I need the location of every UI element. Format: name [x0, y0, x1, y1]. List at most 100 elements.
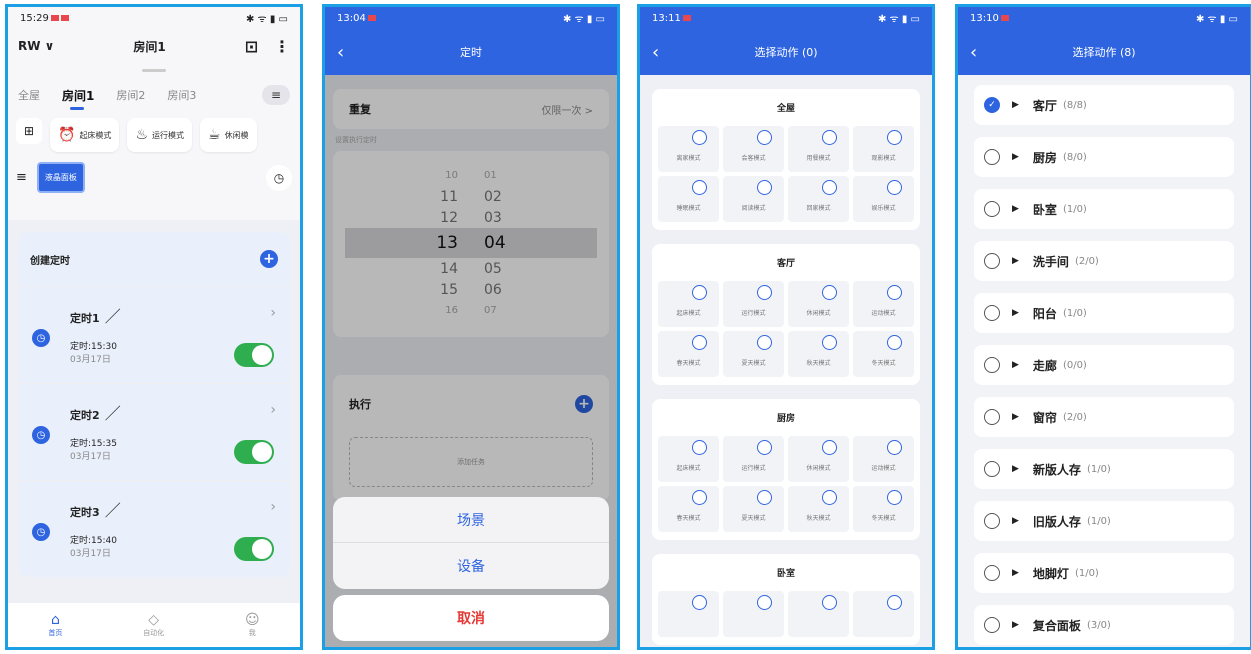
picker-row[interactable]: 10 01: [333, 165, 609, 186]
radio-icon[interactable]: [822, 285, 837, 300]
radio-icon[interactable]: [984, 201, 1000, 217]
scene-item[interactable]: 离家模式: [658, 126, 719, 172]
menu-icon[interactable]: ≡: [262, 85, 290, 105]
room-item[interactable]: ▶ 卧室 (1/0): [974, 189, 1234, 229]
scene-item[interactable]: [723, 591, 784, 637]
timer-toggle[interactable]: [234, 440, 274, 464]
radio-icon[interactable]: [692, 335, 707, 350]
radio-icon[interactable]: [692, 440, 707, 455]
radio-icon[interactable]: [692, 180, 707, 195]
scene-item[interactable]: [853, 591, 914, 637]
checked-radio-icon[interactable]: ✓: [984, 97, 1000, 113]
scene-item[interactable]: 夏天模式: [723, 331, 784, 377]
radio-icon[interactable]: [757, 595, 772, 610]
radio-icon[interactable]: [757, 335, 772, 350]
expand-icon[interactable]: ▶: [1012, 464, 1019, 474]
expand-icon[interactable]: ▶: [1012, 152, 1019, 162]
grid-add-icon[interactable]: ⊞: [16, 118, 42, 144]
radio-icon[interactable]: [984, 305, 1000, 321]
timer-toggle[interactable]: [234, 537, 274, 561]
scene-item[interactable]: 运动模式: [853, 281, 914, 327]
edit-icon[interactable]: ／: [105, 404, 121, 423]
radio-icon[interactable]: [692, 490, 707, 505]
scene-item[interactable]: 回家模式: [788, 176, 849, 222]
scene-item[interactable]: [788, 591, 849, 637]
expand-icon[interactable]: ▶: [1012, 516, 1019, 526]
scene-item[interactable]: 休闲模式: [788, 281, 849, 327]
radio-icon[interactable]: [822, 180, 837, 195]
expand-icon[interactable]: ▶: [1012, 204, 1019, 214]
room-item[interactable]: ▶ 复合面板 (3/0): [974, 605, 1234, 645]
room-item[interactable]: ▶ 厨房 (8/0): [974, 137, 1234, 177]
radio-icon[interactable]: [984, 565, 1000, 581]
tab-room1[interactable]: 房间1: [62, 87, 94, 110]
scene-item[interactable]: 起床模式: [658, 436, 719, 482]
timer-item[interactable]: ◷ 定时2 ／ › 定时:15:35 03月17日: [18, 383, 290, 480]
scene-item[interactable]: [658, 591, 719, 637]
radio-icon[interactable]: [692, 285, 707, 300]
edit-icon[interactable]: ／: [105, 307, 121, 326]
mode-wake[interactable]: ⏰ 起床模式: [50, 118, 120, 152]
back-icon[interactable]: ‹: [970, 42, 977, 63]
scene-item[interactable]: 会客模式: [723, 126, 784, 172]
picker-row[interactable]: 11 02: [333, 186, 609, 207]
expand-icon[interactable]: ▶: [1012, 308, 1019, 318]
scene-item[interactable]: 运行模式: [723, 436, 784, 482]
add-task-box[interactable]: 添加任务: [349, 437, 593, 487]
radio-icon[interactable]: [984, 461, 1000, 477]
expand-icon[interactable]: ▶: [1012, 568, 1019, 578]
drag-handle[interactable]: [142, 69, 166, 72]
radio-icon[interactable]: [887, 440, 902, 455]
timer-toggle[interactable]: [234, 343, 274, 367]
scene-item[interactable]: 运动模式: [853, 436, 914, 482]
scene-item[interactable]: 用餐模式: [788, 126, 849, 172]
room-item[interactable]: ▶ 旧版人存 (1/0): [974, 501, 1234, 541]
room-item[interactable]: ▶ 地脚灯 (1/0): [974, 553, 1234, 593]
scene-item[interactable]: 娱乐模式: [853, 176, 914, 222]
radio-icon[interactable]: [887, 335, 902, 350]
radio-icon[interactable]: [887, 490, 902, 505]
radio-icon[interactable]: [757, 180, 772, 195]
radio-icon[interactable]: [757, 130, 772, 145]
expand-icon[interactable]: ▶: [1012, 360, 1019, 370]
scene-item[interactable]: 休闲模式: [788, 436, 849, 482]
scene-item[interactable]: 观影模式: [853, 126, 914, 172]
room-item[interactable]: ▶ 窗帘 (2/0): [974, 397, 1234, 437]
radio-icon[interactable]: [757, 285, 772, 300]
radio-icon[interactable]: [984, 149, 1000, 165]
scene-item[interactable]: 秋天模式: [788, 331, 849, 377]
picker-selected-row[interactable]: 13 04: [345, 228, 597, 258]
scene-item[interactable]: 起床模式: [658, 281, 719, 327]
nav-home[interactable]: ⌂ 首页: [48, 612, 62, 638]
account-switcher[interactable]: RW ∨: [18, 39, 54, 53]
radio-icon[interactable]: [692, 595, 707, 610]
nav-me[interactable]: ☺ 我: [245, 612, 260, 638]
radio-icon[interactable]: [984, 409, 1000, 425]
expand-icon[interactable]: ▶: [1012, 412, 1019, 422]
radio-icon[interactable]: [887, 285, 902, 300]
scene-item[interactable]: 春天模式: [658, 331, 719, 377]
tab-room3[interactable]: 房间3: [167, 87, 196, 103]
radio-icon[interactable]: [984, 617, 1000, 633]
nav-automation[interactable]: ◇ 自动化: [143, 612, 164, 638]
mode-leisure[interactable]: ☕ 休闲模: [200, 118, 257, 152]
tab-room2[interactable]: 房间2: [116, 87, 145, 103]
radio-icon[interactable]: [822, 440, 837, 455]
radio-icon[interactable]: [887, 130, 902, 145]
picker-row[interactable]: 15 06: [333, 279, 609, 300]
scene-item[interactable]: 睡眠模式: [658, 176, 719, 222]
room-item[interactable]: ▶ 走廊 (0/0): [974, 345, 1234, 385]
add-task-button[interactable]: +: [575, 395, 593, 413]
more-icon[interactable]: ⋮: [274, 37, 290, 56]
repeat-row[interactable]: 重复 仅限一次 >: [333, 89, 609, 129]
clock-icon[interactable]: ◷: [266, 164, 292, 191]
scene-item[interactable]: 夏天模式: [723, 486, 784, 532]
expand-icon[interactable]: ▶: [1012, 100, 1019, 110]
timer-item[interactable]: ◷ 定时3 ／ › 定时:15:40 03月17日: [18, 480, 290, 577]
scene-item[interactable]: 阅读模式: [723, 176, 784, 222]
back-icon[interactable]: ‹: [652, 42, 659, 63]
list-icon[interactable]: ≡: [16, 170, 27, 185]
expand-icon[interactable]: ▶: [1012, 256, 1019, 266]
time-picker[interactable]: 10 01 11 02 12 03 13 04 14 05 15 06 16 07: [333, 151, 609, 337]
radio-icon[interactable]: [822, 335, 837, 350]
